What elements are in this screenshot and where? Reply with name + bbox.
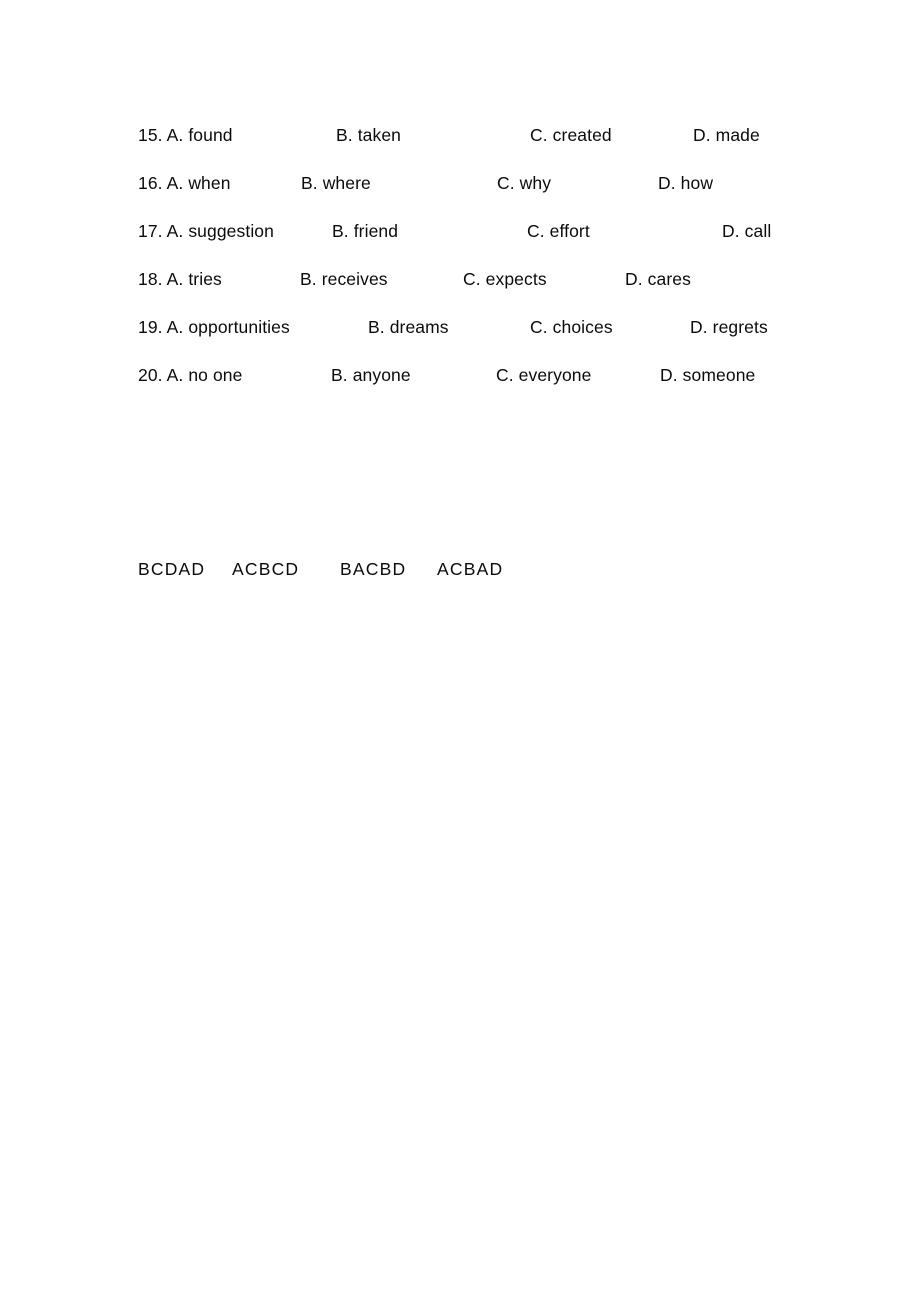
question-option: B. friend bbox=[332, 221, 399, 241]
question-option: 18. A. tries bbox=[138, 269, 222, 289]
answer-key-group: ACBCD bbox=[232, 559, 300, 579]
question-option: B. receives bbox=[300, 269, 388, 289]
question-option: B. taken bbox=[336, 125, 402, 145]
question-option: C. choices bbox=[530, 317, 613, 337]
question-option: D. cares bbox=[625, 269, 691, 289]
question-list: 15. A. found B. taken C. created D. made 16.… bbox=[0, 123, 920, 411]
question-row: 16. A. when B. where C. why D. how bbox=[0, 171, 920, 219]
question-option: C. expects bbox=[463, 269, 547, 289]
question-row: 15. A. found B. taken C. created D. made bbox=[0, 123, 920, 171]
question-option: B. anyone bbox=[331, 365, 411, 385]
answer-key-group: BCDAD bbox=[138, 559, 206, 579]
answer-key-group: BACBD bbox=[340, 559, 407, 579]
question-option: D. regrets bbox=[690, 317, 768, 337]
question-row: 19. A. opportunities B. dreams C. choices D… bbox=[0, 315, 920, 363]
question-option: C. why bbox=[497, 173, 552, 193]
question-option: C. created bbox=[530, 125, 612, 145]
question-option: C. effort bbox=[527, 221, 590, 241]
answer-key-group: ACBAD bbox=[437, 559, 504, 579]
question-option: B. dreams bbox=[368, 317, 449, 337]
question-option: 16. A. when bbox=[138, 173, 231, 193]
question-option: 20. A. no one bbox=[138, 365, 243, 385]
question-row: 20. A. no one B. anyone C. everyone D. some… bbox=[0, 363, 920, 411]
question-option: C. everyone bbox=[496, 365, 592, 385]
question-row: 17. A. suggestion B. friend C. effort D. ca… bbox=[0, 219, 920, 267]
question-option: 19. A. opportunities bbox=[138, 317, 290, 337]
question-option: D. made bbox=[693, 125, 760, 145]
document-page: 15. A. found B. taken C. created D. made 16.… bbox=[0, 0, 920, 1302]
question-row: 18. A. tries B. receives C. expects D. care… bbox=[0, 267, 920, 315]
question-option: D. someone bbox=[660, 365, 756, 385]
question-option: D. how bbox=[658, 173, 714, 193]
question-option: 15. A. found bbox=[138, 125, 233, 145]
answer-key-line: BCDAD ACBCD BACBD ACBAD bbox=[0, 556, 920, 586]
question-option: 17. A. suggestion bbox=[138, 221, 274, 241]
question-option: B. where bbox=[301, 173, 371, 193]
question-option: D. call bbox=[722, 221, 772, 241]
